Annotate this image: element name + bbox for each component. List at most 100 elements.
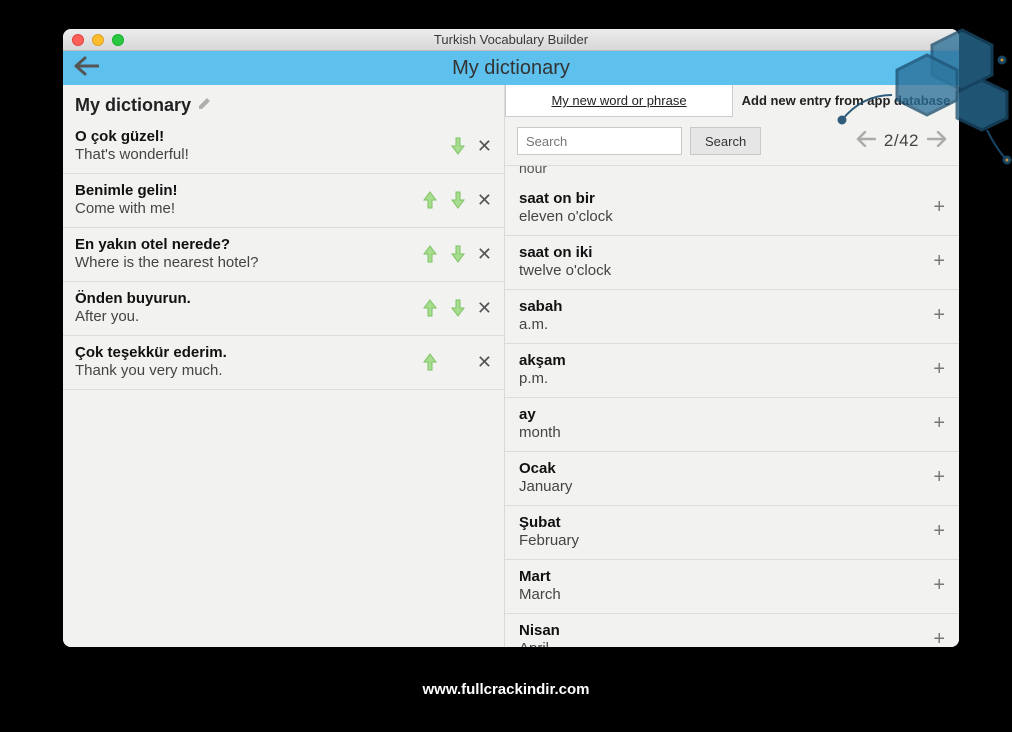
pager: 2/42 — [856, 131, 947, 152]
database-row: ŞubatFebruary+ — [505, 506, 959, 560]
move-up-button[interactable] — [421, 353, 439, 371]
database-entry: NisanApril — [519, 622, 933, 647]
delete-button[interactable]: ✕ — [477, 245, 492, 263]
move-up-button[interactable] — [421, 299, 439, 317]
search-button[interactable]: Search — [690, 127, 761, 155]
add-entry-button[interactable]: + — [933, 196, 945, 219]
db-turkish: Şubat — [519, 514, 933, 531]
dictionary-row: Benimle gelin!Come with me! ✕ — [63, 174, 504, 228]
edit-icon[interactable] — [197, 95, 213, 116]
entry-turkish: En yakın otel nerede? — [75, 236, 421, 253]
db-turkish: sabah — [519, 298, 933, 315]
db-turkish: saat on iki — [519, 244, 933, 261]
database-row: OcakJanuary+ — [505, 452, 959, 506]
db-english: a.m. — [519, 316, 933, 333]
database-row: saat on ikitwelve o'clock+ — [505, 236, 959, 290]
titlebar: Turkish Vocabulary Builder — [63, 29, 959, 51]
dictionary-entry: O çok güzel!That's wonderful! — [75, 128, 421, 163]
back-button[interactable] — [73, 56, 99, 81]
move-down-button[interactable] — [449, 191, 467, 209]
move-up-button[interactable] — [421, 245, 439, 263]
dictionary-entry: Önden buyurun.After you. — [75, 290, 421, 325]
dictionary-row: O çok güzel!That's wonderful! ✕ — [63, 120, 504, 174]
db-turkish: Mart — [519, 568, 933, 585]
pager-next-button[interactable] — [927, 131, 947, 152]
database-entry: ŞubatFebruary — [519, 514, 933, 549]
delete-button[interactable]: ✕ — [477, 353, 492, 371]
entry-turkish: O çok güzel! — [75, 128, 421, 145]
dictionary-entry: Çok teşekkür ederim.Thank you very much. — [75, 344, 421, 379]
row-controls: ✕ — [421, 245, 492, 263]
database-row: saat on bireleven o'clock+ — [505, 182, 959, 236]
add-entry-button[interactable]: + — [933, 358, 945, 381]
row-controls: ✕ — [421, 353, 492, 371]
db-english: March — [519, 586, 933, 603]
move-down-button[interactable] — [449, 137, 467, 155]
entry-english: Thank you very much. — [75, 362, 421, 379]
database-row: sabaha.m.+ — [505, 290, 959, 344]
dictionary-row: Önden buyurun.After you. ✕ — [63, 282, 504, 336]
database-entry: aymonth — [519, 406, 933, 441]
db-english: April — [519, 640, 933, 647]
content-area: My dictionary O çok güzel!That's wonderf… — [63, 85, 959, 647]
delete-button[interactable]: ✕ — [477, 191, 492, 209]
delete-button[interactable]: ✕ — [477, 137, 492, 155]
move-up-button[interactable] — [421, 191, 439, 209]
dictionary-entry: Benimle gelin!Come with me! — [75, 182, 421, 217]
database-list[interactable]: hour saat on bireleven o'clock+saat on i… — [505, 165, 959, 647]
window-title: Turkish Vocabulary Builder — [63, 32, 959, 47]
database-entry: saat on bireleven o'clock — [519, 190, 933, 225]
dictionary-row: Çok teşekkür ederim.Thank you very much.… — [63, 336, 504, 390]
add-entry-button[interactable]: + — [933, 304, 945, 327]
tab-row: My new word or phrase Add new entry from… — [505, 85, 959, 117]
database-entry: OcakJanuary — [519, 460, 933, 495]
db-turkish: Ocak — [519, 460, 933, 477]
db-turkish: saat on bir — [519, 190, 933, 207]
entry-english: Where is the nearest hotel? — [75, 254, 421, 271]
close-window-button[interactable] — [72, 34, 84, 46]
database-row: NisanApril+ — [505, 614, 959, 647]
panel-title: My dictionary — [75, 95, 191, 116]
tab-my-new-word[interactable]: My new word or phrase — [505, 85, 733, 117]
database-entry: sabaha.m. — [519, 298, 933, 333]
search-input[interactable] — [517, 127, 682, 155]
move-down-button[interactable] — [449, 299, 467, 317]
db-turkish: ay — [519, 406, 933, 423]
database-row: MartMarch+ — [505, 560, 959, 614]
tab-add-from-database[interactable]: Add new entry from app database — [733, 85, 959, 117]
traffic-lights — [72, 34, 124, 46]
dictionary-row: En yakın otel nerede?Where is the neares… — [63, 228, 504, 282]
add-entry-button[interactable]: + — [933, 250, 945, 273]
minimize-window-button[interactable] — [92, 34, 104, 46]
footer-url: www.fullcrackindir.com — [0, 681, 1012, 698]
db-turkish: Nisan — [519, 622, 933, 639]
app-window: Turkish Vocabulary Builder My dictionary… — [63, 29, 959, 647]
add-entry-button[interactable]: + — [933, 412, 945, 435]
database-clip-row: hour — [505, 165, 959, 182]
entry-english: That's wonderful! — [75, 146, 421, 163]
row-controls: ✕ — [421, 299, 492, 317]
entry-turkish: Önden buyurun. — [75, 290, 421, 307]
delete-button[interactable]: ✕ — [477, 299, 492, 317]
pager-prev-button[interactable] — [856, 131, 876, 152]
db-english: February — [519, 532, 933, 549]
header-bar: My dictionary — [63, 51, 959, 85]
pager-text: 2/42 — [884, 131, 919, 151]
left-pane: My dictionary O çok güzel!That's wonderf… — [63, 85, 505, 647]
maximize-window-button[interactable] — [112, 34, 124, 46]
database-entry: MartMarch — [519, 568, 933, 603]
row-controls: ✕ — [421, 191, 492, 209]
move-down-button[interactable] — [449, 245, 467, 263]
database-entry: saat on ikitwelve o'clock — [519, 244, 933, 279]
add-entry-button[interactable]: + — [933, 466, 945, 489]
db-turkish: akşam — [519, 352, 933, 369]
entry-english: After you. — [75, 308, 421, 325]
add-entry-button[interactable]: + — [933, 574, 945, 597]
entry-turkish: Çok teşekkür ederim. — [75, 344, 421, 361]
dictionary-list: O çok güzel!That's wonderful!✕Benimle ge… — [63, 120, 504, 647]
add-entry-button[interactable]: + — [933, 628, 945, 647]
search-row: Search 2/42 — [505, 117, 959, 165]
db-english: p.m. — [519, 370, 933, 387]
db-english: January — [519, 478, 933, 495]
add-entry-button[interactable]: + — [933, 520, 945, 543]
